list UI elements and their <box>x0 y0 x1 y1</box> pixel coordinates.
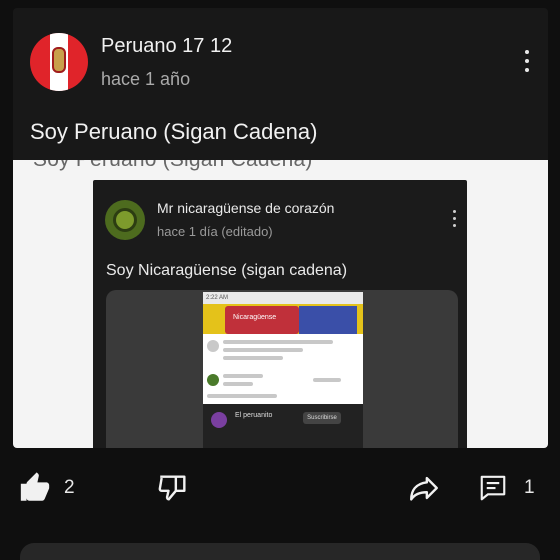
post-author[interactable]: Peruano 17 12 <box>101 35 232 58</box>
comment-button[interactable]: 1 <box>478 470 535 506</box>
post-text: Soy Peruano (Sigan Cadena) <box>30 119 318 144</box>
like-icon <box>20 472 50 501</box>
avatar-figure <box>52 47 66 73</box>
post-time: hace 1 año <box>101 69 191 89</box>
nested-phone-screenshot: 2:22 AM Nicaragüense El peruanito Suscri… <box>203 292 363 448</box>
like-button[interactable]: 2 <box>18 470 75 506</box>
post-attached-image[interactable]: Soy Peruano (Sigan Cadena) Mr nicaragüen… <box>13 160 548 448</box>
inner-post-author: Mr nicaragüense de corazón <box>157 200 335 216</box>
post-card: Peruano 17 12 hace 1 año Soy Peruano (Si… <box>13 8 548 448</box>
attached-cut-text: Soy Peruano (Sigan Cadena) <box>33 160 313 172</box>
dislike-icon <box>158 475 186 501</box>
share-icon <box>410 476 438 501</box>
phone-bottom-button: Suscribirse <box>303 412 341 424</box>
post-action-bar: 2 1 <box>0 456 560 520</box>
inner-author-avatar <box>105 200 145 240</box>
author-avatar[interactable] <box>30 33 88 91</box>
more-vert-icon[interactable] <box>520 48 534 74</box>
comment-icon <box>480 475 506 501</box>
like-count: 2 <box>64 477 75 498</box>
comment-input[interactable] <box>20 543 540 560</box>
inner-post-card: Mr nicaragüense de corazón hace 1 día (e… <box>93 180 467 448</box>
phone-bottom-post: El peruanito Suscribirse <box>203 404 363 448</box>
phone-status-bar: 2:22 AM <box>203 292 363 304</box>
share-button[interactable] <box>406 470 442 506</box>
phone-banner-caption: Nicaragüense <box>233 314 277 321</box>
inner-more-vert-icon <box>451 210 459 228</box>
dislike-button[interactable] <box>156 470 190 506</box>
comment-count: 1 <box>524 477 535 498</box>
phone-bottom-name: El peruanito <box>235 412 273 419</box>
inner-post-time: hace 1 día (editado) <box>157 224 273 239</box>
inner-post-text: Soy Nicaragüense (sigan cadena) <box>106 262 348 279</box>
phone-avatar <box>207 374 219 386</box>
phone-banner: Nicaragüense <box>203 304 363 334</box>
phone-avatar <box>207 340 219 352</box>
